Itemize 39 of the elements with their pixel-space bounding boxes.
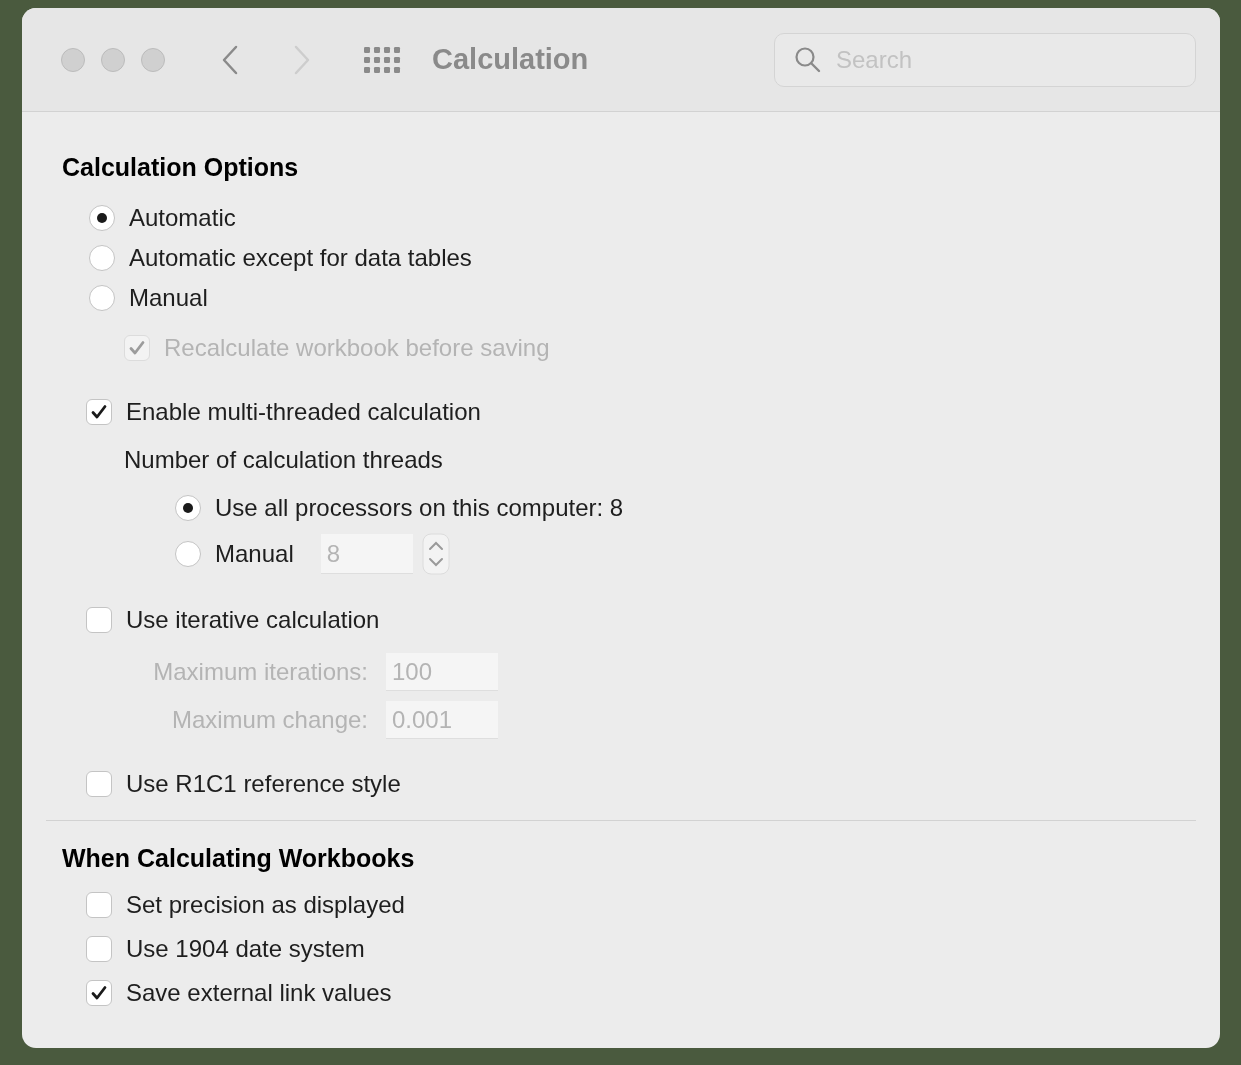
stepper-icon[interactable] <box>421 533 450 575</box>
field-label: Maximum iterations: <box>152 657 368 687</box>
radio-button[interactable] <box>89 245 115 271</box>
radio-label: Use all processors on this computer: 8 <box>215 493 624 523</box>
section-heading: Calculation Options <box>62 152 300 184</box>
window-title: Calculation <box>432 41 589 77</box>
checkbox-label: Set precision as displayed <box>126 890 405 920</box>
search-icon <box>794 45 822 74</box>
zoom-button[interactable] <box>141 47 165 72</box>
checkbox[interactable] <box>86 892 112 918</box>
back-icon[interactable] <box>221 44 239 75</box>
minimize-button[interactable] <box>101 47 125 72</box>
checkbox-label: Use 1904 date system <box>126 934 365 964</box>
checkbox[interactable] <box>86 399 112 425</box>
radio-label: Automatic <box>129 203 236 233</box>
field-label: Maximum change: <box>170 705 368 735</box>
radio-label: Automatic except for data tables <box>129 243 472 273</box>
radio-button[interactable] <box>89 205 115 231</box>
checkmark-icon <box>128 339 146 357</box>
checkbox[interactable] <box>86 936 112 962</box>
checkbox-label: Use iterative calculation <box>126 605 380 635</box>
section-heading: When Calculating Workbooks <box>62 843 416 875</box>
radio-label: Manual <box>129 283 208 313</box>
checkbox-label: Use R1C1 reference style <box>126 769 401 799</box>
checkmark-icon <box>90 984 108 1002</box>
grid-icon[interactable] <box>364 46 402 73</box>
checkmark-icon <box>90 403 108 421</box>
radio-label: Manual <box>215 539 294 569</box>
checkbox-label: Recalculate workbook before saving <box>164 333 550 363</box>
close-button[interactable] <box>61 47 85 72</box>
checkbox[interactable] <box>86 980 112 1006</box>
checkbox-label: Save external link values <box>126 978 392 1008</box>
threads-heading: Number of calculation threads <box>124 445 444 475</box>
checkbox[interactable] <box>86 771 112 797</box>
forward-icon[interactable] <box>293 44 311 75</box>
radio-button[interactable] <box>89 285 115 311</box>
radio-button[interactable] <box>175 495 201 521</box>
checkbox-label: Enable multi-threaded calculation <box>126 397 481 427</box>
checkbox[interactable] <box>86 607 112 633</box>
